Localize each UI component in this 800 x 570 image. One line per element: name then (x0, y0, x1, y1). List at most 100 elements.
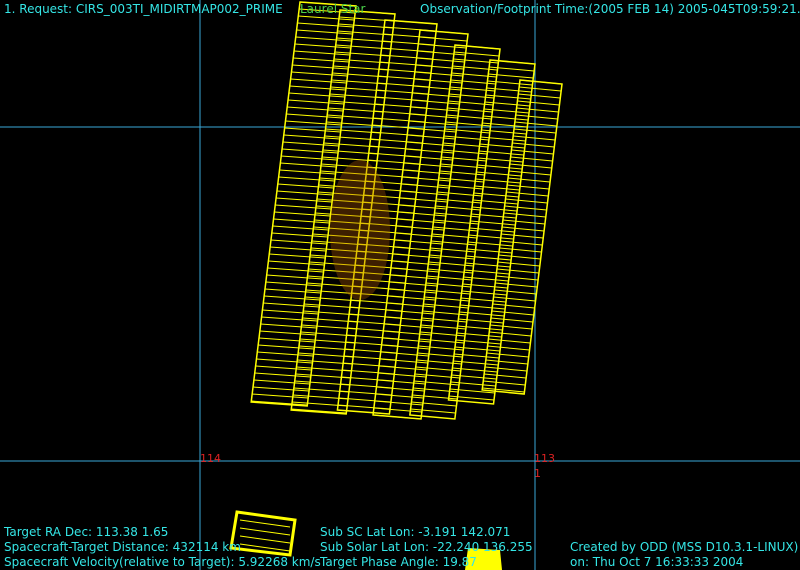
footprint-row (239, 519, 291, 528)
footprint-row (298, 15, 355, 21)
sub-solar-lat-lon: Sub Solar Lat Lon: -22.240 136.255 (320, 540, 533, 554)
footprint-row (412, 92, 461, 98)
footprint-row (426, 275, 472, 281)
footprint-row (392, 253, 441, 259)
footprint-row (467, 241, 513, 247)
footprint-row (468, 234, 514, 240)
footprint-row (482, 122, 528, 128)
footprint-row (292, 64, 349, 70)
footprint-row (441, 156, 487, 162)
footprint-row (460, 304, 506, 310)
footprint-row (511, 149, 554, 155)
footprint-row (477, 164, 523, 170)
footprint-row (384, 316, 434, 322)
footprint-row (449, 86, 495, 92)
target-phase-angle: Target Phase Angle: 19.87 (320, 555, 477, 569)
footprint-row (463, 276, 509, 282)
footprint-row (516, 107, 559, 113)
footprint-row (278, 176, 335, 182)
footprint-row (439, 170, 485, 176)
footprint-row (266, 274, 323, 280)
footprint-row (410, 408, 456, 414)
instrument-footprints (250, 1, 563, 420)
footprint-row (432, 226, 478, 232)
footprint-row (381, 344, 430, 350)
footprint-row (289, 85, 346, 91)
footprint-row (452, 65, 498, 71)
footprint-row (454, 353, 500, 359)
footprint-row (296, 29, 353, 35)
footprint-row (466, 248, 512, 254)
footprint-row (471, 213, 517, 219)
footprint-row (479, 143, 525, 149)
footprint-row (390, 267, 440, 273)
grid-label-dec-1: 1 (534, 467, 541, 480)
footprint-row (270, 239, 327, 245)
footprint-row (458, 318, 504, 324)
footprint-row (488, 73, 534, 79)
footprint-row (239, 527, 291, 536)
footprint-row (483, 115, 529, 121)
footprint-row (451, 374, 497, 380)
footprint-row (281, 155, 338, 161)
footprint-row (428, 261, 474, 267)
grid-label-ra-113: 113 (534, 452, 555, 465)
footprint-row (497, 261, 540, 267)
footprint-row (297, 22, 354, 28)
footprint-row (409, 113, 458, 119)
footprint-row (393, 246, 442, 252)
footprint-row (258, 337, 316, 343)
footprint-row (401, 183, 450, 189)
ra-dec-grid (0, 0, 800, 570)
footprint-row (413, 78, 463, 84)
footprint-row (269, 253, 326, 259)
footprint-row (404, 155, 453, 161)
footprint-row (448, 100, 494, 106)
footprint-row (506, 191, 549, 197)
footprint-row (239, 535, 291, 544)
footprint-row (268, 260, 325, 266)
footprint-row (433, 219, 479, 225)
footprint-row (448, 93, 495, 99)
footprint-row (496, 268, 539, 274)
footprint-row (464, 269, 510, 275)
footprint-row (489, 66, 535, 72)
target-disk (330, 160, 390, 300)
footprint-row (452, 367, 498, 373)
footprint-row (477, 157, 524, 163)
footprint-row (387, 295, 436, 301)
footprint-row (519, 86, 562, 92)
footprint-row (257, 351, 314, 357)
footprint-row (284, 127, 341, 133)
footprint-row (509, 163, 552, 169)
footprint-row (483, 380, 526, 386)
footprint-row (462, 283, 508, 289)
footprint-row (496, 275, 539, 281)
footprint-row (379, 358, 428, 364)
footprint-row (396, 225, 445, 231)
footprint-row (252, 393, 309, 399)
footprint-row (508, 170, 551, 176)
footprint-row (276, 190, 333, 196)
footprint-row (376, 386, 425, 392)
footprint-row (283, 134, 340, 140)
footprint-row (469, 227, 515, 233)
footprint-row (476, 171, 522, 177)
footprint-row (518, 93, 561, 99)
footprint-row (419, 331, 466, 337)
footprint-row (413, 387, 459, 393)
footprint-row (437, 184, 483, 190)
footprint-row (487, 80, 533, 86)
footprint-row (402, 169, 451, 175)
footprint-row (258, 344, 315, 350)
footprint-row (448, 395, 495, 401)
footprint-row (435, 205, 481, 211)
footprint-row (454, 51, 500, 57)
footprint-row (273, 218, 330, 224)
footprint-row (403, 162, 452, 168)
footprint-row (271, 232, 328, 238)
footprint-row (287, 106, 344, 112)
footprint-row (507, 184, 550, 190)
footprint-row (429, 254, 475, 260)
footprint-row (413, 380, 460, 386)
